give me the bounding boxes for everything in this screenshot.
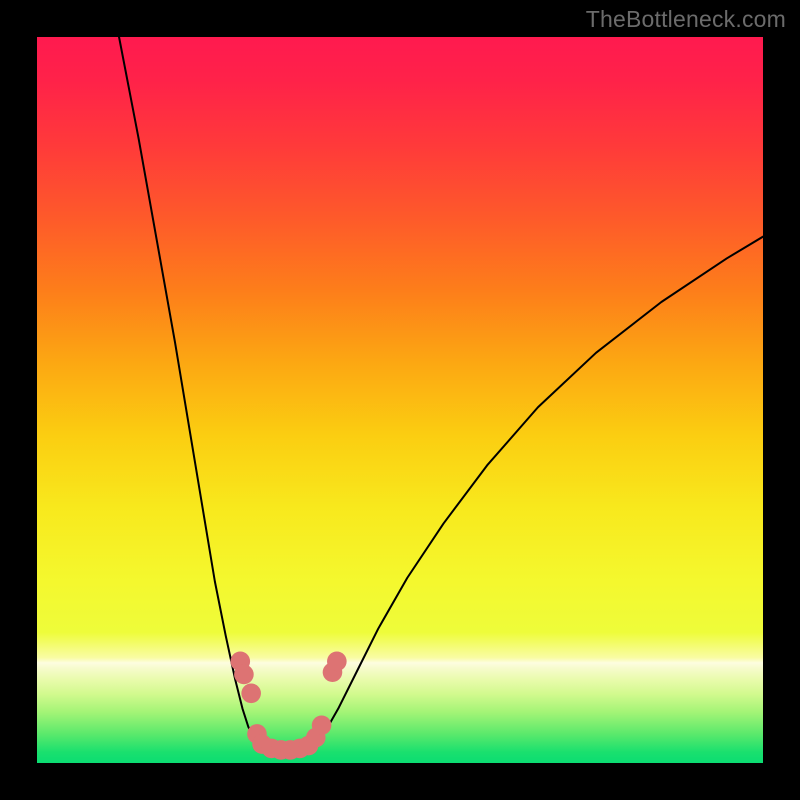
marker-dot [327, 652, 347, 672]
app-frame: TheBottleneck.com [0, 0, 800, 800]
gradient-background [37, 37, 763, 763]
marker-dot [312, 715, 332, 735]
watermark-text: TheBottleneck.com [586, 6, 786, 33]
plot-svg [37, 37, 763, 763]
plot-area [37, 37, 763, 763]
marker-dot [241, 684, 261, 704]
marker-dot [234, 665, 254, 685]
